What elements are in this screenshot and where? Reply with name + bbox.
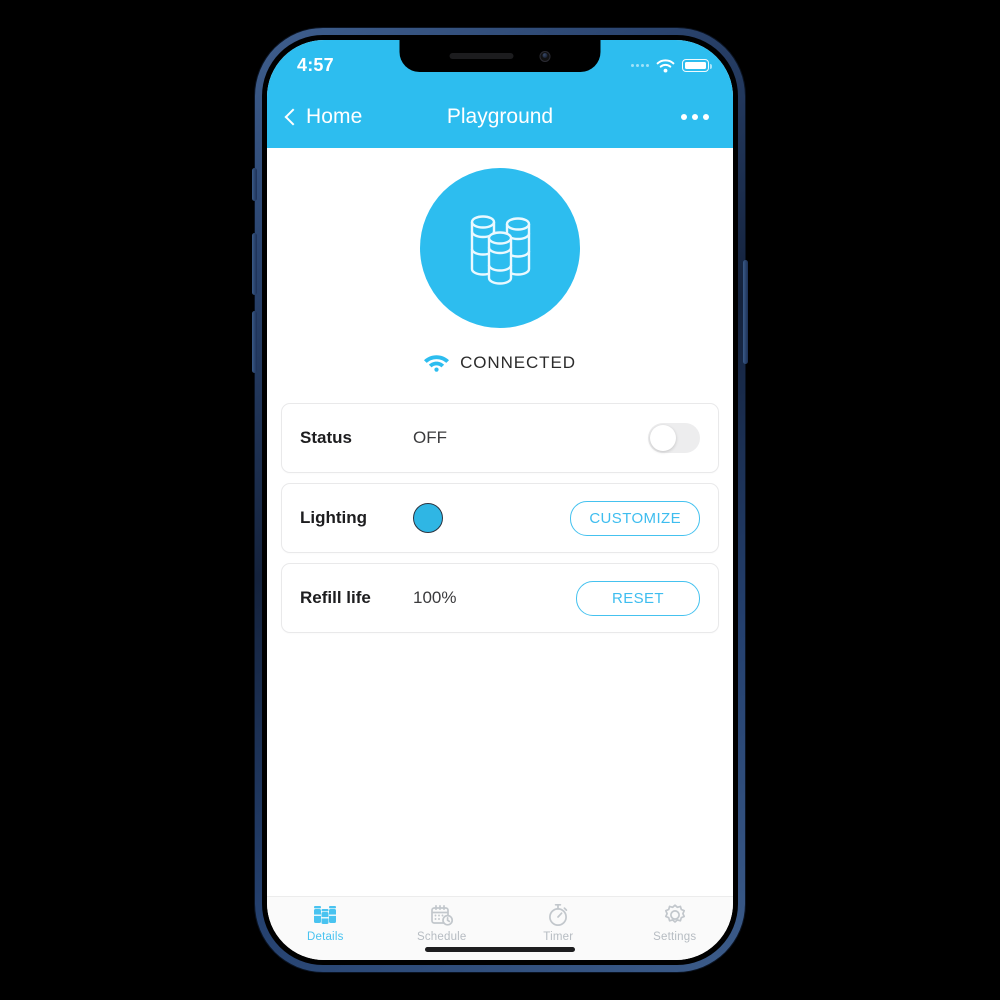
status-bar-indicators xyxy=(631,58,712,73)
lighting-color-swatch[interactable] xyxy=(413,503,443,533)
more-options-button[interactable] xyxy=(681,114,733,120)
tab-timer[interactable]: Timer xyxy=(500,903,617,943)
wifi-icon xyxy=(424,355,450,372)
phone-bezel: 4:57 Home Playground CONNECTED Status OF… xyxy=(262,35,738,965)
refill-life-value: 100% xyxy=(413,588,457,607)
signal-dots-icon xyxy=(631,64,649,67)
battery-full-icon xyxy=(682,59,712,72)
back-button-label: Home xyxy=(306,105,363,128)
tab-details-label: Details xyxy=(306,931,344,943)
phone-screen: 4:57 Home Playground CONNECTED Status OF… xyxy=(267,40,733,960)
wifi-icon xyxy=(656,58,675,72)
tab-settings-label: Settings xyxy=(653,931,697,943)
customize-button[interactable]: CUSTOMIZE xyxy=(570,500,700,536)
status-bar-time: 4:57 xyxy=(297,55,334,75)
power-toggle[interactable] xyxy=(648,423,700,453)
device-hero: CONNECTED xyxy=(267,148,733,373)
front-camera-icon xyxy=(539,50,551,62)
status-row[interactable]: Status OFF xyxy=(281,403,719,473)
main-content: CONNECTED Status OFF Lighting CUSTOMIZE … xyxy=(267,148,733,896)
lighting-row-label: Lighting xyxy=(300,508,368,527)
refills-icon xyxy=(313,903,337,927)
stopwatch-icon xyxy=(547,903,569,927)
tab-timer-label: Timer xyxy=(543,931,574,943)
mute-switch-button[interactable] xyxy=(252,168,257,201)
notch xyxy=(399,40,601,72)
volume-up-button[interactable] xyxy=(252,233,257,295)
phone-frame: 4:57 Home Playground CONNECTED Status OF… xyxy=(252,28,748,972)
back-button[interactable]: Home xyxy=(267,105,387,129)
tab-details[interactable]: Details xyxy=(267,903,384,943)
status-row-label: Status xyxy=(300,428,352,447)
connection-status-label: CONNECTED xyxy=(460,353,576,372)
refill-life-row-label: Refill life xyxy=(300,588,371,607)
screenshot-stage: 4:57 Home Playground CONNECTED Status OF… xyxy=(0,0,1000,1000)
lighting-row[interactable]: Lighting CUSTOMIZE xyxy=(281,483,719,553)
home-indicator[interactable] xyxy=(425,947,575,952)
refill-life-row[interactable]: Refill life 100% RESET xyxy=(281,563,719,633)
navigation-bar: Home Playground xyxy=(267,86,733,148)
diffuser-refills-icon xyxy=(470,215,531,285)
tab-schedule-label: Schedule xyxy=(416,931,467,943)
tab-settings[interactable]: Settings xyxy=(617,903,734,943)
gear-icon xyxy=(663,903,687,927)
power-button[interactable] xyxy=(743,260,748,364)
earpiece-speaker-icon xyxy=(449,53,514,59)
connection-status: CONNECTED xyxy=(424,353,576,373)
status-row-value: OFF xyxy=(413,428,447,447)
tab-schedule[interactable]: Schedule xyxy=(384,903,501,943)
settings-card-list: Status OFF Lighting CUSTOMIZE Refill lif… xyxy=(267,403,733,633)
device-icon-badge xyxy=(420,168,580,328)
chevron-left-icon xyxy=(284,108,302,125)
calendar-clock-icon xyxy=(430,903,454,927)
volume-down-button[interactable] xyxy=(252,311,257,373)
reset-button[interactable]: RESET xyxy=(576,580,700,616)
